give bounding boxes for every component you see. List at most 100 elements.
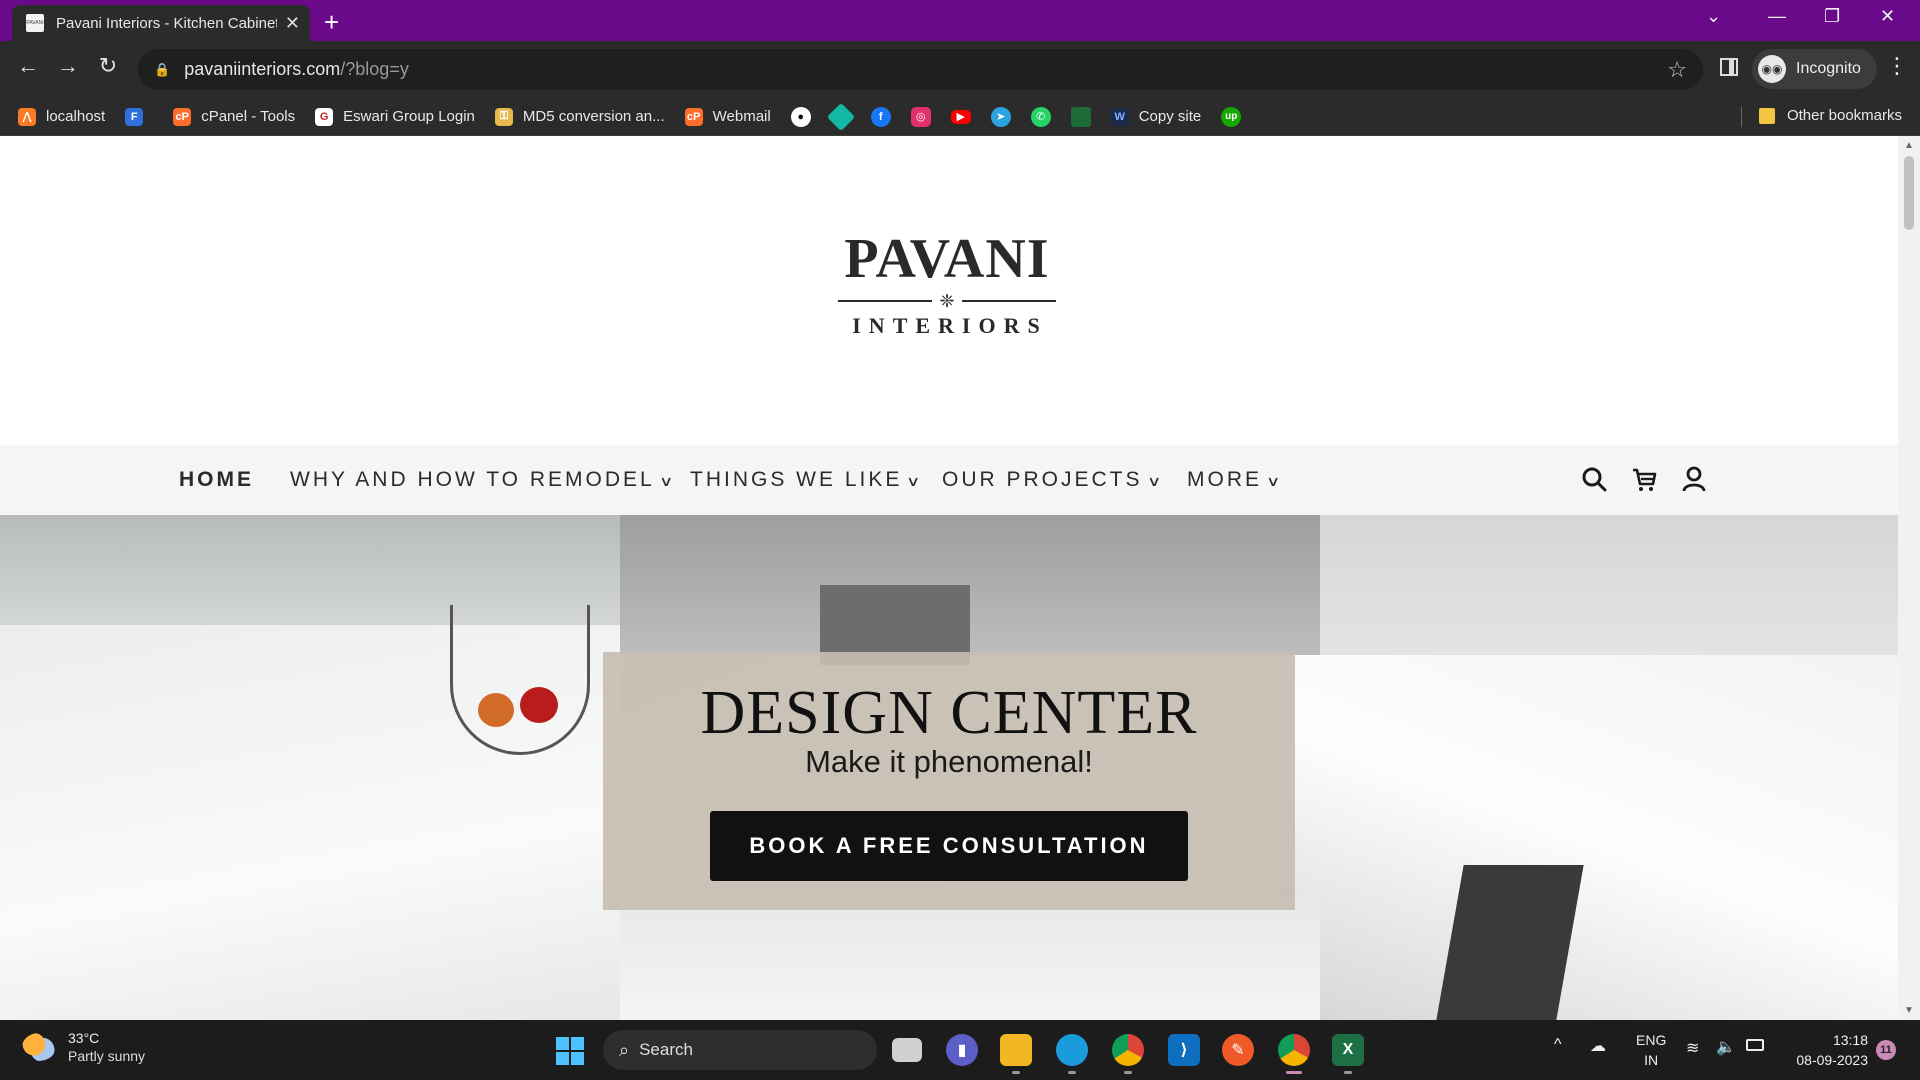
scroll-down-icon[interactable]: ▼ — [1904, 1005, 1914, 1016]
bookmark-localhost[interactable]: ⋀ localhost — [18, 107, 106, 126]
nav-more[interactable]: MORE ∨ — [1187, 468, 1280, 492]
incognito-label: Incognito — [1796, 60, 1861, 77]
battery-icon[interactable] — [1746, 1039, 1764, 1051]
nav-things-we-like[interactable]: THINGS WE LIKE ∨ — [690, 468, 921, 492]
account-icon[interactable] — [1680, 465, 1708, 493]
fruit — [520, 687, 558, 723]
chevron-down-icon: ∨ — [658, 473, 674, 489]
reload-icon[interactable]: ↻ — [92, 53, 124, 79]
tab-search-icon[interactable]: ⌄ — [1706, 6, 1721, 27]
logo-ornament: ❈ — [836, 291, 1058, 311]
book-consultation-button[interactable]: BOOK A FREE CONSULTATION — [710, 811, 1188, 881]
telegram-icon[interactable]: ➤ — [990, 106, 1011, 127]
lock-icon[interactable]: 🔒 — [154, 62, 170, 78]
tab-title: Pavani Interiors - Kitchen Cabinet — [56, 14, 277, 32]
forms-icon: F — [125, 107, 144, 126]
instagram-icon[interactable]: ◎ — [910, 106, 931, 127]
bookmark-eswari-group-login[interactable]: G Eswari Group Login — [315, 107, 475, 126]
volume-icon[interactable]: 🔈 — [1716, 1037, 1736, 1057]
taskbar-search-label: Search — [639, 1040, 693, 1059]
scrollbar-thumb[interactable] — [1904, 156, 1914, 230]
bookmark-star-icon[interactable]: ☆ — [1667, 57, 1687, 83]
nav-our-projects[interactable]: OUR PROJECTS ∨ — [942, 468, 1161, 492]
onedrive-icon[interactable]: ☁ — [1590, 1036, 1606, 1056]
github-icon[interactable]: ● — [790, 106, 811, 127]
cpanel-icon: cP — [684, 107, 703, 126]
vscode-icon[interactable]: ⟩ — [1168, 1034, 1200, 1066]
nav-label: MORE — [1187, 468, 1262, 491]
bookmark-label: MD5 conversion an... — [522, 108, 665, 125]
nav-label: WHY AND HOW TO REMODEL — [290, 468, 655, 491]
wifi-icon[interactable]: ≋ — [1686, 1038, 1699, 1058]
eswari-icon: G — [315, 107, 334, 126]
browser-menu-icon[interactable]: ⋮ — [1886, 53, 1908, 79]
incognito-profile-button[interactable]: ◉◉ Incognito — [1752, 49, 1877, 89]
site-favicon-icon: PAVANI — [26, 14, 44, 32]
forward-arrow-icon[interactable]: → — [52, 53, 84, 79]
close-tab-icon[interactable]: ✕ — [285, 13, 300, 34]
other-bookmarks-label: Other bookmarks — [1786, 107, 1902, 124]
chevron-down-icon: ∨ — [1146, 473, 1161, 489]
new-tab-button[interactable]: + — [324, 7, 339, 38]
excel-icon[interactable]: X — [1332, 1034, 1364, 1074]
cart-icon[interactable] — [1630, 465, 1658, 493]
chrome-incognito-icon[interactable] — [1278, 1034, 1310, 1074]
bookmark-md5-conversion[interactable]: ⚿ MD5 conversion an... — [494, 107, 665, 126]
bookmark-label: Copy site — [1138, 108, 1202, 125]
notification-badge[interactable]: 11 — [1876, 1040, 1896, 1060]
nav-why-and-how-to-remodel[interactable]: WHY AND HOW TO REMODEL ∨ — [290, 468, 674, 492]
page-scrollbar[interactable]: ▲ ▼ — [1898, 136, 1920, 1020]
restore-window-icon[interactable]: ❐ — [1824, 6, 1840, 27]
show-hidden-icons-icon[interactable]: ^ — [1554, 1036, 1562, 1054]
ornament-icon: ❈ — [932, 291, 962, 311]
site-logo[interactable]: PAVANI ❈ INTERIORS — [836, 231, 1058, 339]
sheet-icon[interactable] — [1070, 106, 1091, 127]
address-bar[interactable]: 🔒 pavaniinteriors.com/?blog=y ☆ — [138, 49, 1703, 90]
nav-home[interactable]: HOME — [179, 468, 254, 492]
scroll-up-icon[interactable]: ▲ — [1904, 140, 1914, 151]
bookmark-forms[interactable]: F — [125, 107, 153, 126]
taskbar-search[interactable]: ⌕ Search — [603, 1030, 877, 1070]
back-arrow-icon[interactable]: ← — [12, 53, 44, 79]
hero-title: DESIGN CENTER — [700, 679, 1198, 747]
windows-start-icon[interactable] — [556, 1037, 584, 1065]
weather-condition: Partly sunny — [68, 1048, 146, 1064]
postman-icon[interactable]: ✎ — [1222, 1034, 1254, 1066]
bookmark-webmail[interactable]: cP Webmail — [684, 107, 771, 126]
language-indicator[interactable]: ENG IN — [1636, 1030, 1666, 1070]
facebook-icon[interactable]: f — [870, 106, 891, 127]
bookmarks-divider — [1741, 107, 1742, 127]
browser-tab[interactable]: PAVANI Pavani Interiors - Kitchen Cabine… — [12, 5, 310, 41]
system-clock[interactable]: 13:18 08-09-2023 — [1788, 1030, 1868, 1070]
bookmark-cpanel-tools[interactable]: cP cPanel - Tools — [173, 107, 295, 126]
bookmark-label: localhost — [46, 108, 106, 125]
teams-chat-icon[interactable]: ▮ — [946, 1034, 978, 1066]
hero-cabinets — [620, 515, 1320, 655]
cpanel-icon: cP — [173, 107, 192, 126]
hero-subtitle: Make it phenomenal! — [805, 744, 1093, 779]
diamond-icon[interactable] — [826, 102, 855, 131]
minimize-window-icon[interactable]: — — [1768, 6, 1786, 27]
file-explorer-icon[interactable] — [1000, 1034, 1032, 1074]
partly-sunny-icon — [22, 1033, 56, 1061]
close-window-icon[interactable]: ✕ — [1880, 6, 1895, 27]
chrome-icon[interactable] — [1112, 1034, 1144, 1074]
folder-icon — [1758, 107, 1775, 124]
task-view-icon[interactable] — [892, 1038, 922, 1062]
other-bookmarks-folder[interactable]: Other bookmarks — [1758, 107, 1902, 124]
url-host: pavaniinteriors.com — [184, 59, 341, 79]
weather-temperature: 33°C — [68, 1030, 100, 1046]
logo-wordmark: PAVANI — [844, 228, 1050, 290]
hero-wall — [1320, 515, 1898, 665]
hero-overlay-card: DESIGN CENTER Make it phenomenal! BOOK A… — [603, 652, 1295, 910]
weather-widget[interactable]: 33°C Partly sunny — [22, 1029, 145, 1065]
edge-browser-icon[interactable] — [1056, 1034, 1088, 1074]
bookmark-copy-site[interactable]: W Copy site — [1110, 107, 1202, 126]
site-navigation: HOME WHY AND HOW TO REMODEL ∨ THINGS WE L… — [0, 445, 1898, 515]
windows-taskbar: 33°C Partly sunny ⌕ Search ▮ ⟩ ✎ X ^ ☁ E… — [0, 1020, 1920, 1080]
youtube-icon[interactable]: ▶ — [950, 109, 971, 124]
side-panel-icon[interactable] — [1720, 58, 1738, 76]
upwork-icon[interactable]: up — [1221, 106, 1242, 127]
search-icon[interactable] — [1580, 465, 1608, 493]
whatsapp-icon[interactable]: ✆ — [1030, 106, 1051, 127]
